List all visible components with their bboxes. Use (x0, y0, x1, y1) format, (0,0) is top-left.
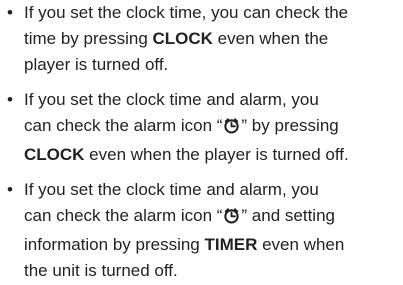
text-line: CLOCK even when the player is turned off… (24, 142, 403, 168)
text-line: the unit is turned off. (24, 258, 403, 284)
bullet-item-alarm-icon-clock: • If you set the clock time and alarm, y… (0, 87, 403, 168)
text-segment: If you set the clock time and alarm, you (24, 180, 319, 199)
text-segment: ” by pressing (241, 116, 339, 135)
text-segment: the unit is turned off. (24, 261, 178, 280)
bullet-text: If you set the clock time, you can check… (24, 0, 403, 78)
text-line: time by pressing CLOCK even when the (24, 26, 403, 52)
text-segment: player is turned off. (24, 55, 169, 74)
bullet-marker: • (7, 180, 13, 199)
alarm-icon (223, 206, 240, 232)
text-line: If you set the clock time and alarm, you (24, 87, 403, 113)
bullet-list: • If you set the clock time, you can che… (0, 0, 403, 284)
button-name-clock: CLOCK (24, 145, 85, 164)
text-line: If you set the clock time and alarm, you (24, 177, 403, 203)
alarm-icon (223, 116, 240, 142)
button-name-timer: TIMER (204, 235, 258, 254)
text-line: can check the alarm icon “ ” by pressing (24, 113, 403, 142)
text-line: can check the alarm icon “ ” and setting (24, 203, 403, 232)
bullet-item-alarm-icon-timer: • If you set the clock time and alarm, y… (0, 177, 403, 284)
text-segment: information by pressing (24, 235, 205, 254)
text-segment: ” and setting (241, 206, 335, 225)
text-segment: time by pressing (24, 29, 153, 48)
text-segment: even when the (212, 29, 329, 48)
text-line: If you set the clock time, you can check… (24, 0, 403, 26)
bullet-text: If you set the clock time and alarm, you… (24, 87, 403, 168)
text-segment: can check the alarm icon “ (24, 206, 223, 225)
manual-page: • If you set the clock time, you can che… (0, 0, 403, 285)
bullet-marker: • (7, 90, 13, 109)
text-line: information by pressing TIMER even when (24, 232, 403, 258)
text-line: player is turned off. (24, 52, 403, 78)
bullet-marker: • (7, 3, 13, 22)
text-segment: If you set the clock time and alarm, you (24, 90, 319, 109)
text-segment: If you set the clock time, you can check… (24, 3, 349, 22)
button-name-clock: CLOCK (152, 29, 213, 48)
bullet-text: If you set the clock time and alarm, you… (24, 177, 403, 284)
text-segment: even when (257, 235, 345, 254)
text-segment: even when the player is turned off. (84, 145, 349, 164)
bullet-item-clock-check: • If you set the clock time, you can che… (0, 0, 403, 78)
text-segment: can check the alarm icon “ (24, 116, 223, 135)
